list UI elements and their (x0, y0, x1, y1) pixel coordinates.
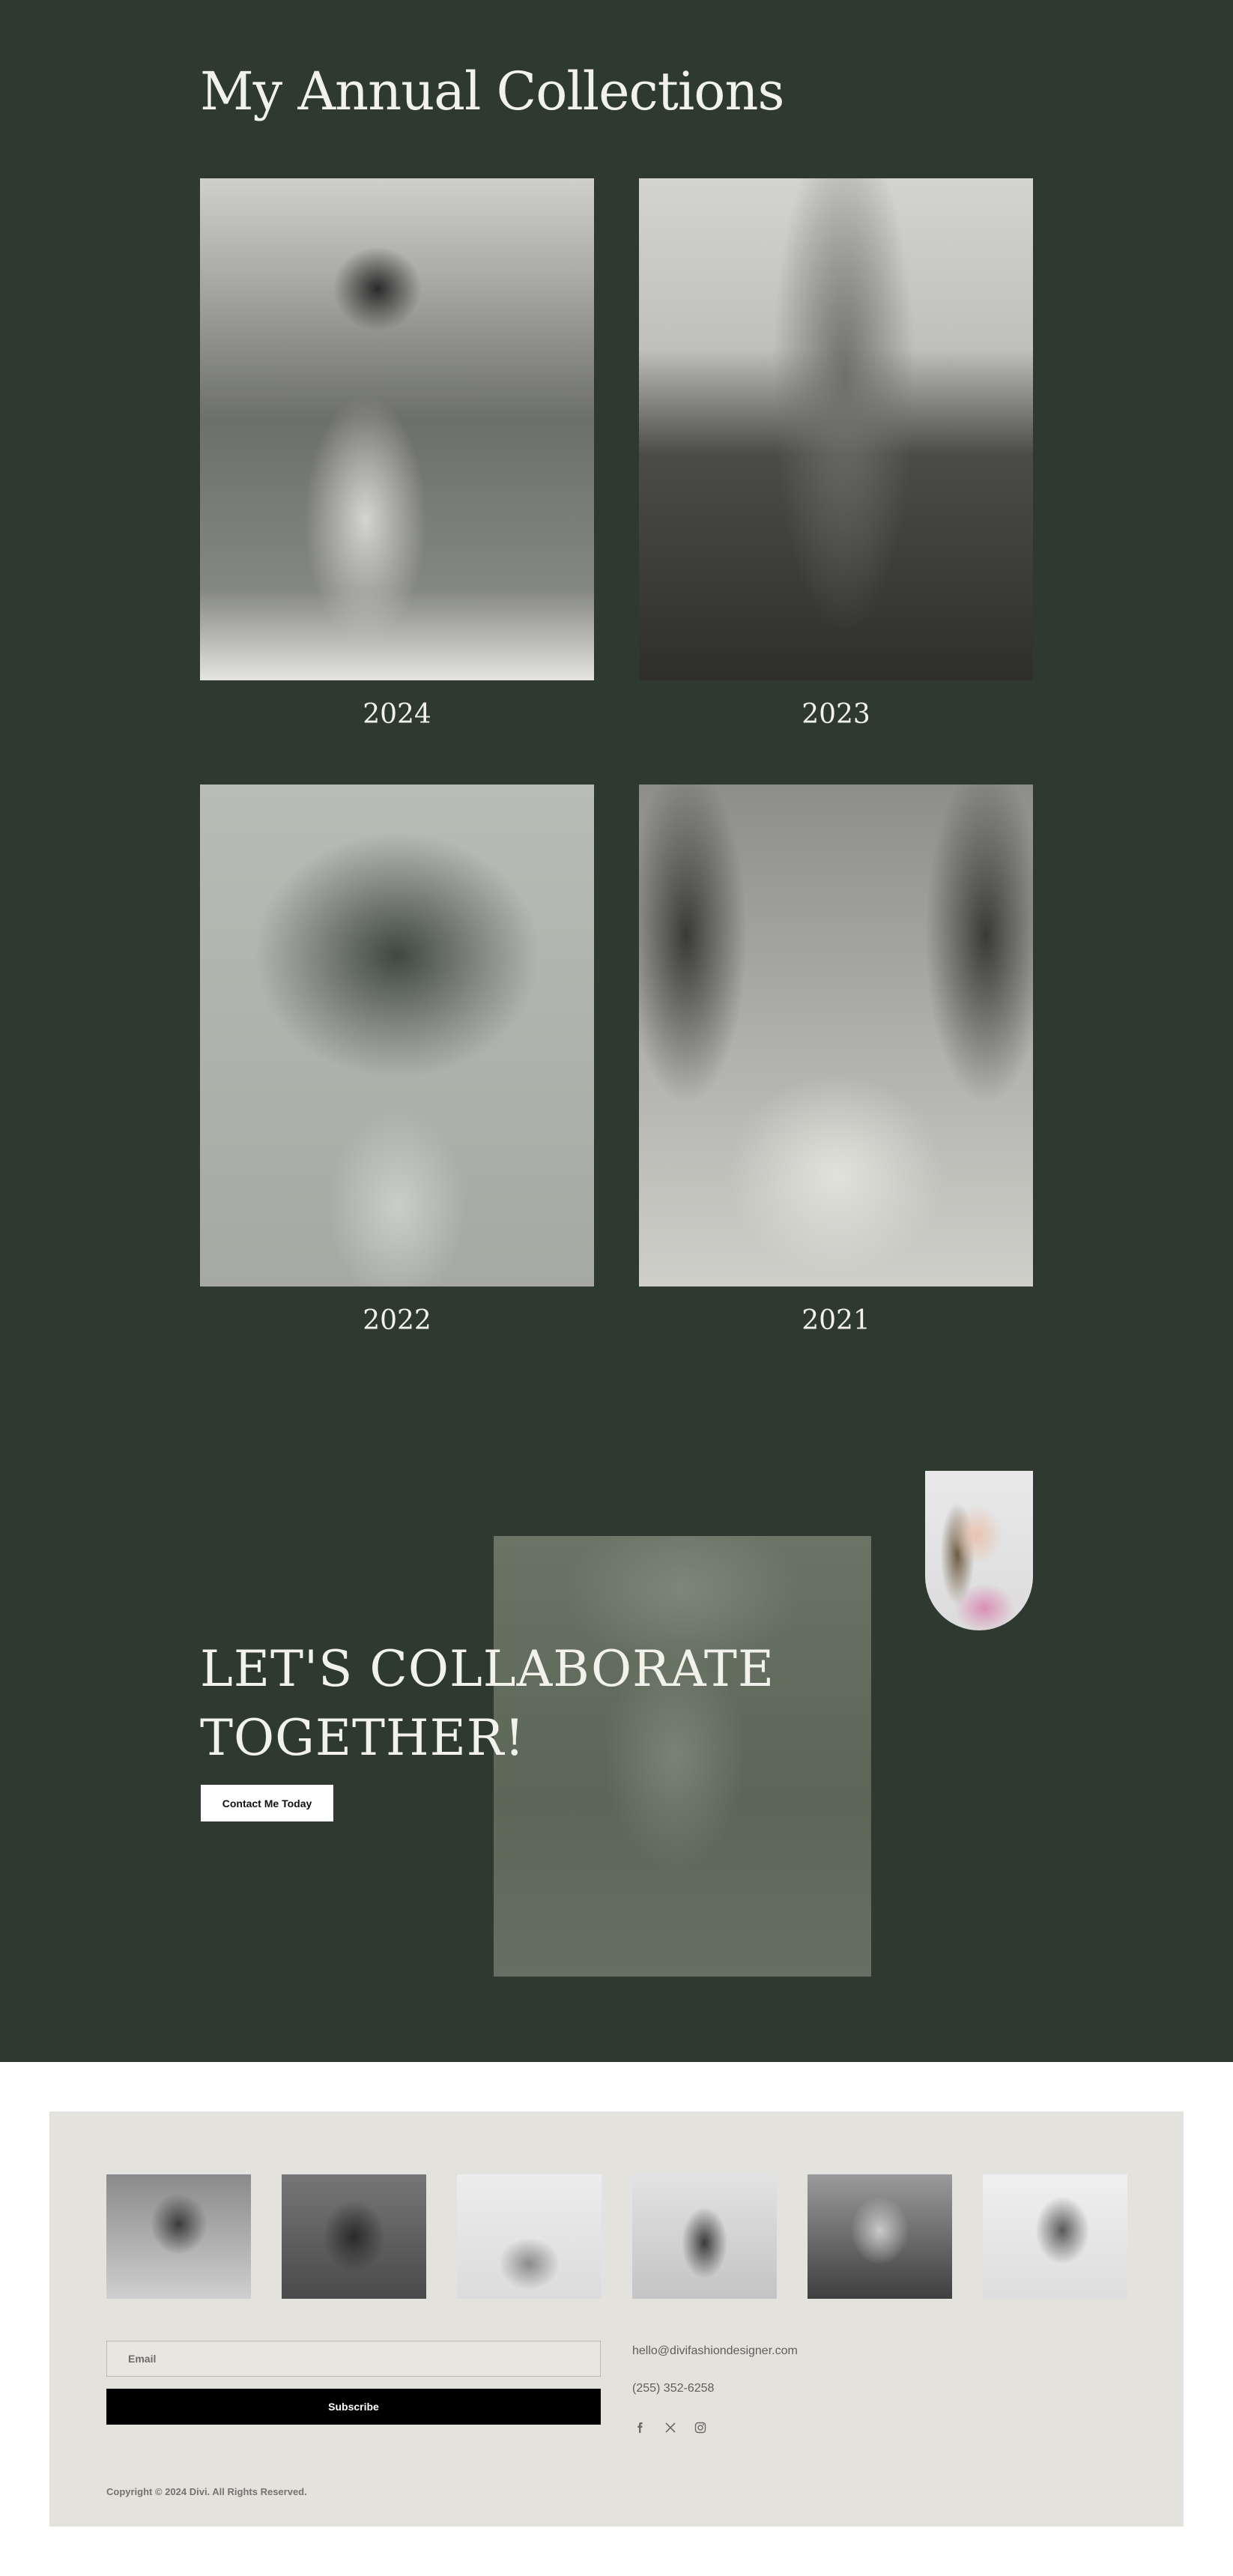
instagram-icon[interactable] (692, 2419, 709, 2436)
x-icon[interactable] (662, 2419, 679, 2436)
collection-year-label: 2024 (363, 699, 431, 730)
collection-image-2023[interactable] (639, 178, 1033, 680)
collection-year-label: 2023 (802, 699, 870, 730)
contact-phone[interactable]: (255) 352-6258 (632, 2382, 714, 2395)
collection-year-label: 2021 (802, 1305, 870, 1336)
gallery-thumbnail[interactable] (106, 2174, 251, 2299)
collection-image-2024[interactable] (200, 178, 594, 680)
collections-title: My Annual Collections (200, 61, 784, 122)
copyright-text: Copyright © 2024 Divi. All Rights Reserv… (106, 2486, 307, 2497)
collection-year-label: 2022 (363, 1305, 431, 1336)
contact-me-button[interactable]: Contact Me Today (201, 1785, 333, 1821)
subscribe-button[interactable]: Subscribe (106, 2389, 601, 2425)
gallery-thumbnail[interactable] (632, 2174, 777, 2299)
gallery-thumbnail[interactable] (808, 2174, 952, 2299)
collection-image-2021[interactable] (639, 784, 1033, 1287)
email-field[interactable] (106, 2341, 601, 2377)
social-links (632, 2419, 709, 2436)
gallery-thumbnail[interactable] (282, 2174, 426, 2299)
facebook-icon[interactable] (632, 2419, 649, 2436)
gallery-thumbnail[interactable] (983, 2174, 1127, 2299)
collaborate-heading-line: LET'S COLLABORATE (200, 1640, 775, 1698)
collections-section: My Annual Collections 2024 2023 2022 202… (0, 0, 1233, 2062)
portrait-photo (925, 1471, 1033, 1630)
collaborate-heading: LET'S COLLABORATE TOGETHER! (200, 1635, 775, 1773)
contact-email[interactable]: hello@divifashiondesigner.com (632, 2344, 798, 2358)
gallery-thumbnail[interactable] (457, 2174, 602, 2299)
collaborate-heading-line: TOGETHER! (200, 1709, 526, 1767)
collection-image-2022[interactable] (200, 784, 594, 1287)
footer: Subscribe hello@divifashiondesigner.com … (49, 2111, 1184, 2527)
